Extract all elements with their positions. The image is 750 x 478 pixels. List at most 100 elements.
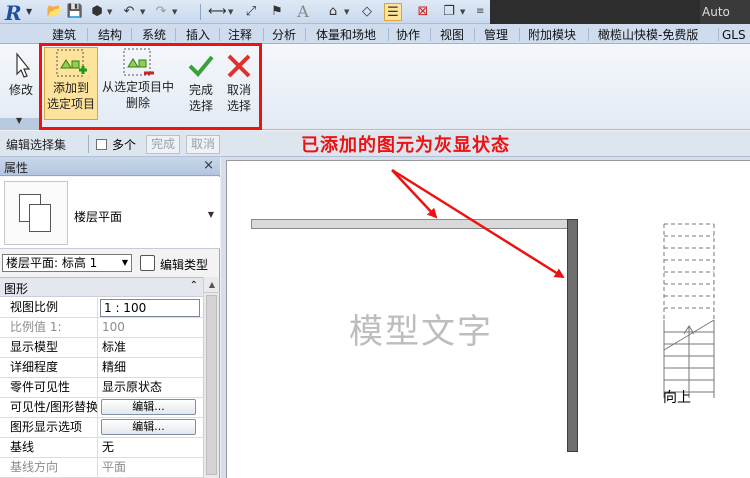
toolbar-separator (200, 4, 201, 20)
property-key: 图形显示选项 (0, 418, 98, 438)
chevron-down-icon[interactable]: ▼ (460, 3, 465, 21)
chevron-down-icon[interactable]: ▼ (172, 3, 177, 21)
property-value[interactable]: 精细 (99, 358, 203, 378)
tab-separator (305, 28, 306, 41)
finish-button[interactable]: 完成 (146, 135, 180, 154)
multiple-checkbox[interactable] (96, 139, 107, 150)
text-A-icon[interactable]: A (294, 3, 312, 21)
edit-type-icon[interactable] (140, 255, 155, 271)
3d-view-icon[interactable]: ⌂ (324, 3, 342, 21)
wall-vertical[interactable] (567, 219, 578, 452)
annotation-text: 已添加的图元为灰显状态 (301, 135, 510, 156)
tab-collaborate[interactable]: 协作 (396, 26, 420, 44)
table-row[interactable]: 基线 无 (0, 438, 203, 458)
instance-row: 楼层平面: 标高 1 ▼ 编辑类型 (0, 251, 220, 275)
measure-icon[interactable]: ⟷ (208, 3, 227, 21)
property-value[interactable]: 标准 (99, 338, 203, 358)
modify-button[interactable]: 修改 (4, 50, 38, 110)
application-menu-button[interactable]: R ▼ (2, 1, 36, 25)
tab-separator (474, 28, 475, 41)
property-value[interactable]: 无 (99, 438, 203, 458)
tab-manage[interactable]: 管理 (484, 26, 508, 44)
property-key: 零件可见性 (0, 378, 98, 398)
wall-horizontal-grayed[interactable] (251, 219, 569, 229)
property-key: 可见性/图形替换 (0, 398, 98, 418)
tab-insert[interactable]: 插入 (186, 26, 210, 44)
tab-annotate[interactable]: 注释 (228, 26, 252, 44)
tab-structure[interactable]: 结构 (98, 26, 122, 44)
edit-type-button[interactable]: 编辑类型 (160, 256, 208, 273)
properties-palette: 属性 × 楼层平面 ▼ 楼层平面: 标高 1 ▼ 编辑类型 图形 ⌃ 视图比例 1… (0, 157, 220, 478)
customize-icon[interactable]: ≡ (476, 3, 484, 21)
tab-separator (388, 28, 389, 41)
save-icon[interactable]: 💾 (66, 3, 84, 21)
tab-addins[interactable]: 附加模块 (528, 26, 576, 44)
properties-scrollbar[interactable]: ▲ (203, 277, 220, 478)
cancel-button[interactable]: 取消 (186, 135, 220, 154)
properties-header: 属性 × (0, 157, 220, 176)
tab-separator (588, 28, 589, 41)
modify-panel-expander[interactable]: ▼ (0, 116, 40, 130)
undo-icon[interactable]: ↶ (120, 3, 138, 21)
ribbon-tab-bar: 建筑 结构 系统 插入 注释 分析 体量和场地 协作 视图 管理 附加模块 橄榄… (0, 24, 750, 60)
cursor-arrow-icon (5, 50, 37, 82)
property-value[interactable]: 显示原状态 (99, 378, 203, 398)
tab-systems[interactable]: 系统 (142, 26, 166, 44)
table-row[interactable]: 显示模型 标准 (0, 338, 203, 358)
revit-logo-icon: R (5, 1, 22, 25)
dimension-icon[interactable]: ⤢ (242, 3, 260, 21)
stair-up-label: 向上 (663, 390, 691, 406)
close-windows-icon[interactable]: ⊠ (414, 3, 432, 21)
table-row[interactable]: 可见性/图形替换 编辑... (0, 398, 203, 418)
tab-separator (718, 28, 719, 41)
tab-separator (263, 28, 264, 41)
chevron-down-icon: ▼ (26, 7, 33, 16)
property-key: 详细程度 (0, 358, 98, 378)
chevron-down-icon[interactable]: ▼ (107, 3, 112, 21)
property-value: 100 (102, 320, 125, 334)
floor-plan-icon (4, 181, 68, 245)
tab-separator (430, 28, 431, 41)
graphic-display-edit-button[interactable]: 编辑... (101, 419, 196, 435)
stair-element[interactable] (662, 220, 718, 398)
redo-icon[interactable]: ↷ (152, 3, 170, 21)
tab-separator (175, 28, 176, 41)
sync-icon[interactable]: ⬢ (88, 3, 106, 21)
thin-lines-icon[interactable]: ☰ (384, 3, 402, 21)
chevron-down-icon[interactable]: ▼ (140, 3, 145, 21)
switch-windows-icon[interactable]: ❐ (440, 3, 458, 21)
table-row[interactable]: 详细程度 精细 (0, 358, 203, 378)
collapse-icon[interactable]: ⌃ (190, 280, 198, 291)
tab-architecture[interactable]: 建筑 (52, 26, 76, 44)
view-scale-input[interactable]: 1 : 100 (100, 299, 200, 317)
scrollbar-thumb[interactable] (206, 295, 217, 475)
tab-gls[interactable]: GLS土 (722, 26, 750, 60)
table-row[interactable]: 零件可见性 显示原状态 (0, 378, 203, 398)
chevron-down-icon: ▼ (121, 258, 128, 267)
close-icon[interactable]: × (203, 158, 214, 173)
tab-analyze[interactable]: 分析 (272, 26, 296, 44)
tab-massing-site[interactable]: 体量和场地 (316, 26, 376, 44)
type-selector[interactable]: 楼层平面 ▼ (0, 177, 220, 249)
section-icon[interactable]: ◇ (358, 3, 376, 21)
visibility-edit-button[interactable]: 编辑... (101, 399, 196, 415)
modify-label: 修改 (8, 83, 33, 97)
open-icon[interactable]: 📂 (46, 3, 64, 21)
model-text[interactable]: 模型文字 (349, 304, 493, 353)
highlight-box (39, 43, 262, 130)
group-graphics[interactable]: 图形 ⌃ (0, 278, 203, 297)
table-row[interactable]: 图形显示选项 编辑... (0, 418, 203, 438)
table-row[interactable]: 视图比例 1 : 100 (0, 298, 203, 318)
scroll-up-icon[interactable]: ▲ (204, 277, 220, 293)
instance-selector[interactable]: 楼层平面: 标高 1 ▼ (2, 254, 132, 272)
chevron-down-icon[interactable]: ▼ (344, 3, 349, 21)
chevron-down-icon[interactable]: ▼ (228, 3, 233, 21)
title-bar (490, 0, 700, 24)
type-name: 楼层平面 (74, 210, 123, 224)
tab-view[interactable]: 视图 (440, 26, 464, 44)
tag-icon[interactable]: ⚑ (268, 3, 286, 21)
tab-separator (87, 28, 88, 41)
tab-olive-mountain[interactable]: 橄榄山快模-免费版 (598, 26, 698, 44)
multiple-label: 多个 (112, 138, 137, 152)
options-separator (88, 135, 89, 153)
